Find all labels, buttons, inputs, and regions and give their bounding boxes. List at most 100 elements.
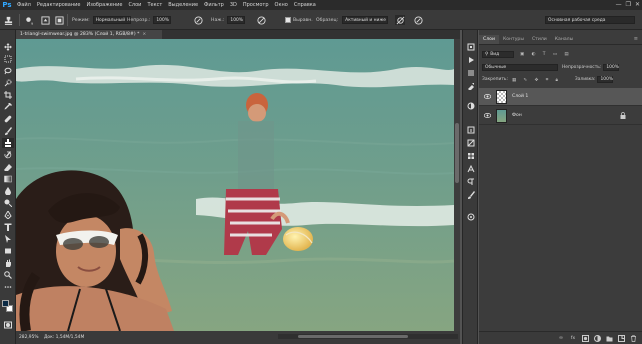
layer-style-button[interactable]: fx — [569, 334, 577, 342]
document-canvas[interactable] — [16, 39, 454, 331]
document-tab[interactable]: 1-triangl-swimwear.jpg @ 283% (Слой 1, R… — [16, 30, 162, 39]
menu-file[interactable]: Файл — [14, 2, 34, 8]
clone-source-panel-dock-button[interactable] — [466, 212, 476, 222]
rectangle-tool[interactable] — [2, 246, 14, 256]
move-icon — [4, 43, 12, 51]
mode-select[interactable]: Нормальный — [92, 16, 131, 24]
ignore-adjustment-layers-button[interactable] — [395, 14, 405, 26]
menu-window[interactable]: Окно — [272, 2, 291, 8]
new-group-button[interactable] — [605, 334, 613, 342]
eyedropper-tool[interactable] — [2, 102, 14, 112]
adjustment-layer-button[interactable] — [593, 334, 601, 342]
layer-name[interactable]: Слой 1 — [512, 94, 528, 99]
vertical-scroll-thumb[interactable] — [455, 123, 459, 183]
layer-opacity-input[interactable]: 100% — [603, 64, 620, 71]
blur-tool[interactable] — [2, 186, 14, 196]
zoom-level[interactable]: 282,95% — [16, 335, 44, 340]
horizontal-scrollbar[interactable] — [278, 334, 458, 339]
filter-type-icons[interactable]: ▣ ◐ T ▭ ▤ — [520, 52, 572, 57]
type-tool[interactable] — [2, 222, 14, 232]
horizontal-scroll-thumb[interactable] — [298, 335, 408, 338]
more-tools[interactable] — [2, 282, 14, 292]
eraser-tool[interactable] — [2, 162, 14, 172]
menu-help[interactable]: Справка — [291, 2, 319, 8]
vertical-scrollbar[interactable] — [454, 39, 460, 331]
visibility-eye-icon[interactable] — [482, 94, 492, 99]
layer-row[interactable]: Слой 1 — [479, 88, 642, 106]
swatches-panel-button[interactable] — [466, 151, 476, 161]
visibility-eye-icon[interactable] — [482, 113, 492, 118]
ellipsis-icon — [4, 286, 12, 288]
hand-tool[interactable] — [2, 258, 14, 268]
layer-comps-panel-button[interactable] — [466, 68, 476, 78]
history-panel-button[interactable] — [466, 42, 476, 52]
panel-menu-icon[interactable]: ≡ — [634, 36, 638, 42]
document-info[interactable]: Док: 1,54M/1,54M — [44, 335, 84, 340]
fill-input[interactable]: 100% — [597, 76, 614, 83]
tool-presets-panel-button[interactable] — [466, 81, 476, 91]
tab-channels[interactable]: Каналы — [551, 35, 577, 44]
menu-3d[interactable]: 3D — [227, 2, 240, 8]
link-layers-button[interactable]: ∞ — [557, 334, 565, 342]
delete-layer-button[interactable] — [629, 334, 637, 342]
quick-mask-toggle[interactable] — [2, 320, 14, 330]
menu-layers[interactable]: Слои — [125, 2, 144, 8]
tool-preset-picker[interactable] — [3, 14, 13, 26]
paragraph-panel-button[interactable] — [466, 177, 476, 187]
close-button[interactable]: ✕ — [635, 1, 640, 8]
color-panel-button[interactable] — [466, 138, 476, 148]
layer-row[interactable]: Фон — [479, 107, 642, 125]
add-mask-button[interactable] — [581, 334, 589, 342]
zoom-tool[interactable] — [2, 270, 14, 280]
lock-options-icons[interactable]: ▦ ✎ ✥ ⌗ 🔒︎ — [512, 77, 561, 83]
path-selection-tool[interactable] — [2, 234, 14, 244]
brush-tool[interactable] — [2, 126, 14, 136]
menu-image[interactable]: Изображение — [83, 2, 125, 8]
quick-select-tool[interactable] — [2, 78, 14, 88]
pressure-size-toggle[interactable] — [413, 14, 423, 26]
maximize-button[interactable]: ❐ — [626, 1, 631, 8]
swatches-icon — [468, 153, 474, 159]
clone-source-panel-button[interactable] — [40, 14, 50, 26]
opacity-input[interactable]: 100% — [153, 16, 172, 24]
menu-edit[interactable]: Редактирование — [34, 2, 84, 8]
minimize-button[interactable]: — — [616, 1, 622, 8]
sample-select[interactable]: Активный и ниже — [342, 16, 389, 24]
character-panel-button[interactable] — [466, 164, 476, 174]
clone-stamp-tool[interactable] — [2, 138, 14, 148]
gradient-tool[interactable] — [2, 174, 14, 184]
healing-brush-tool[interactable] — [2, 114, 14, 124]
layer-filter-select[interactable]: ⚲ Вид — [482, 51, 514, 58]
actions-panel-button[interactable] — [466, 55, 476, 65]
close-tab-icon[interactable]: × — [142, 32, 146, 37]
workspace-select[interactable]: Основная рабочая среда — [545, 16, 635, 24]
move-tool[interactable] — [2, 42, 14, 52]
new-layer-button[interactable] — [617, 334, 625, 342]
color-swatches[interactable] — [2, 300, 14, 314]
brush-size-picker[interactable]: 9 — [23, 14, 33, 26]
menu-select[interactable]: Выделение — [165, 2, 201, 8]
pressure-opacity-toggle[interactable] — [193, 14, 203, 26]
tab-paths[interactable]: Контуры — [499, 35, 528, 44]
brush-presets-panel-button[interactable] — [466, 190, 476, 200]
tab-styles[interactable]: Стили — [528, 35, 551, 44]
layer-name[interactable]: Фон — [512, 113, 522, 118]
menu-view[interactable]: Просмотр — [240, 2, 272, 8]
blend-mode-select[interactable]: Обычные — [482, 64, 558, 71]
foreground-color-swatch[interactable] — [2, 300, 9, 307]
menu-text[interactable]: Текст — [144, 2, 165, 8]
crop-tool[interactable] — [2, 90, 14, 100]
pressure-input[interactable]: 100% — [227, 16, 246, 24]
lasso-tool[interactable] — [2, 66, 14, 76]
marquee-tool[interactable] — [2, 54, 14, 64]
menu-filter[interactable]: Фильтр — [201, 2, 227, 8]
tab-layers[interactable]: Слои — [479, 35, 499, 44]
pen-tool[interactable] — [2, 210, 14, 220]
airbrush-toggle[interactable] — [256, 14, 266, 26]
info-panel-button[interactable] — [466, 125, 476, 135]
adjustments-panel-button[interactable] — [466, 101, 476, 111]
dodge-tool[interactable] — [2, 198, 14, 208]
brush-panel-button[interactable] — [54, 14, 64, 26]
history-brush-tool[interactable] — [2, 150, 14, 160]
aligned-checkbox[interactable]: Выравн. — [285, 14, 313, 26]
